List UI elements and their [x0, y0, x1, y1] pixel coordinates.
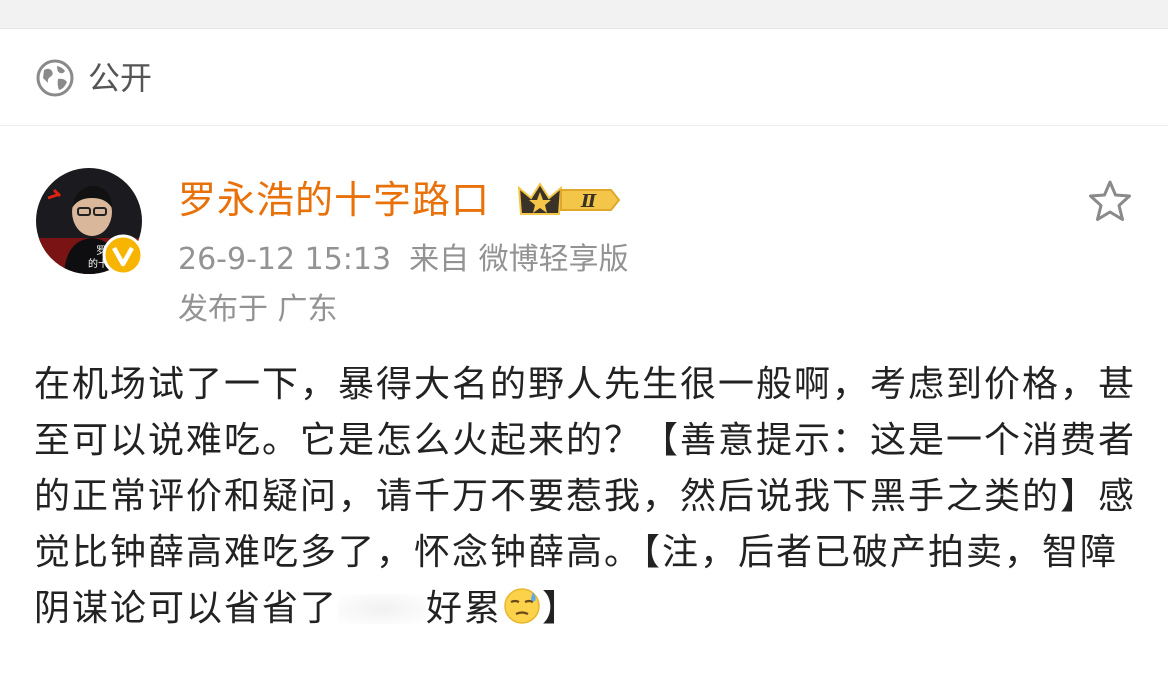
author-name[interactable]: 罗永浩的十字路口	[178, 174, 490, 226]
star-icon[interactable]	[1086, 178, 1134, 224]
top-separator	[0, 0, 1168, 29]
meta-line: 26-9-12 15:13 来自 微博轻享版	[178, 238, 647, 282]
post-text: 在机场试了一下，暴得大名的野人先生很一般啊，考虑到价格，甚至可以说难吃。它是怎么…	[34, 357, 1144, 637]
vip-level: Ⅱ	[580, 191, 597, 212]
post-location: 发布于 广东	[178, 292, 338, 327]
post-text-tail: 好累	[426, 588, 503, 629]
post-source[interactable]: 来自 微博轻享版	[409, 242, 629, 277]
sweat-emoji-icon	[504, 588, 540, 624]
globe-icon	[36, 59, 74, 97]
post-timestamp: 26-9-12 15:13	[178, 242, 392, 277]
verified-badge-icon	[102, 234, 144, 276]
blurred-gap	[338, 594, 427, 624]
visibility-label: 公开	[88, 59, 153, 97]
post-text-main: 在机场试了一下，暴得大名的野人先生很一般啊，考虑到价格，甚至可以说难吃。它是怎么…	[34, 364, 1137, 629]
vip-crown-badge-icon[interactable]: Ⅱ	[515, 178, 625, 222]
visibility-row[interactable]: 公开	[0, 28, 1168, 126]
post-text-close: 】	[542, 588, 581, 629]
